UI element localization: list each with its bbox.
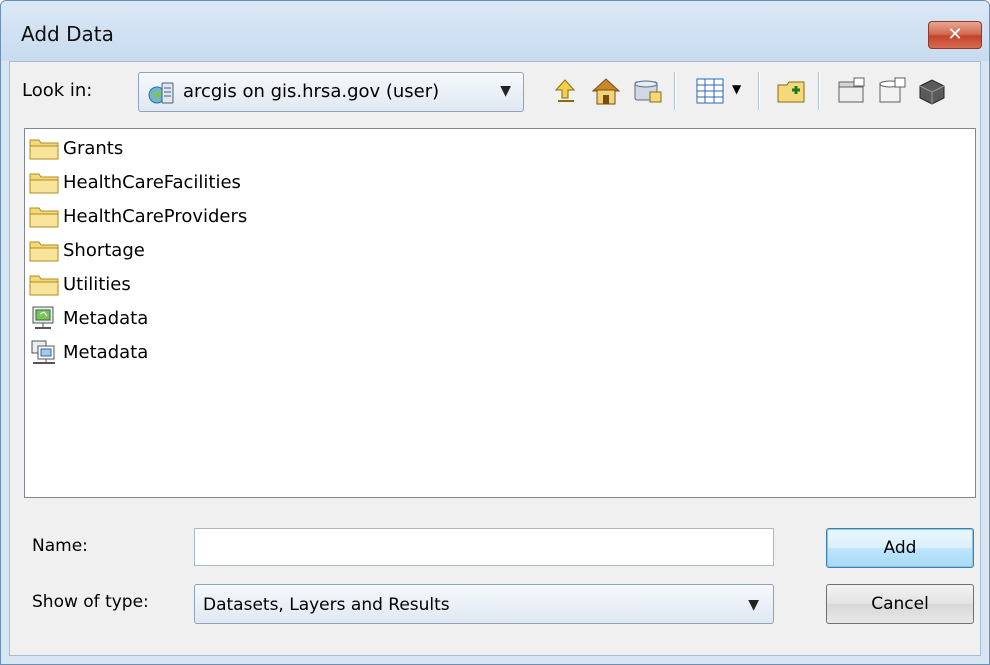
toolbar-separator	[818, 72, 820, 110]
name-label: Name:	[32, 536, 88, 556]
folder-icon	[29, 139, 59, 160]
list-item-label: HealthCareProviders	[63, 205, 248, 227]
list-item[interactable]: Utilities	[29, 269, 131, 299]
list-item[interactable]: HealthCareProviders	[29, 201, 247, 231]
map-service-icon	[32, 306, 54, 329]
name-input[interactable]	[194, 528, 774, 566]
list-item[interactable]: Metadata	[29, 337, 148, 367]
show-of-type-label: Show of type:	[32, 592, 149, 612]
toolbar-separator	[758, 72, 760, 110]
chevron-down-icon: ▼	[500, 83, 511, 99]
new-database-icon[interactable]	[876, 76, 908, 110]
list-item-label: Grants	[63, 137, 124, 159]
add-data-dialog: Add Data ✕ Look in: arcgis on gis.hrsa.g…	[0, 0, 990, 665]
cancel-button[interactable]: Cancel	[826, 584, 974, 624]
title-bar[interactable]: Add Data ✕	[1, 1, 989, 61]
list-item-label: Shortage	[63, 239, 145, 261]
view-mode-icon[interactable]	[694, 76, 726, 110]
window-title: Add Data	[21, 22, 114, 46]
list-item-label: Metadata	[63, 307, 149, 329]
arcgis-server-icon	[147, 81, 175, 109]
up-one-level-icon[interactable]	[550, 76, 580, 108]
feature-service-icon	[31, 340, 55, 364]
folder-icon	[29, 241, 59, 262]
folder-icon	[29, 207, 59, 228]
catalog-icon[interactable]	[836, 76, 868, 110]
new-folder-icon[interactable]	[776, 76, 808, 110]
close-icon: ✕	[947, 24, 963, 45]
connect-to-folder-icon[interactable]	[632, 76, 664, 110]
close-button[interactable]: ✕	[928, 21, 982, 49]
look-in-label: Look in:	[22, 80, 93, 101]
list-item-label: Utilities	[63, 273, 131, 295]
folder-icon	[29, 275, 59, 296]
list-item[interactable]: Shortage	[29, 235, 145, 265]
list-item[interactable]: Metadata	[29, 303, 148, 333]
list-item-label: Metadata	[63, 341, 149, 363]
look-in-value: arcgis on gis.hrsa.gov (user)	[183, 81, 440, 102]
show-of-type-dropdown[interactable]: Datasets, Layers and Results ▼	[194, 584, 774, 624]
toolbox-icon[interactable]	[916, 76, 948, 110]
toolbar-separator	[674, 72, 676, 110]
home-icon[interactable]	[590, 76, 622, 110]
file-list[interactable]: Grants HealthCareFacilities HealthCarePr…	[24, 128, 976, 498]
list-item[interactable]: Grants	[29, 133, 123, 163]
list-item-label: HealthCareFacilities	[63, 171, 241, 193]
show-of-type-value: Datasets, Layers and Results	[203, 595, 450, 615]
chevron-down-icon: ▼	[748, 597, 759, 613]
add-button[interactable]: Add	[826, 528, 974, 568]
look-in-dropdown[interactable]: arcgis on gis.hrsa.gov (user) ▼	[138, 72, 524, 112]
chevron-down-icon[interactable]: ▼	[732, 82, 741, 96]
dialog-body: Look in: arcgis on gis.hrsa.gov (user) ▼	[9, 61, 981, 656]
list-item[interactable]: HealthCareFacilities	[29, 167, 241, 197]
folder-icon	[29, 173, 59, 194]
